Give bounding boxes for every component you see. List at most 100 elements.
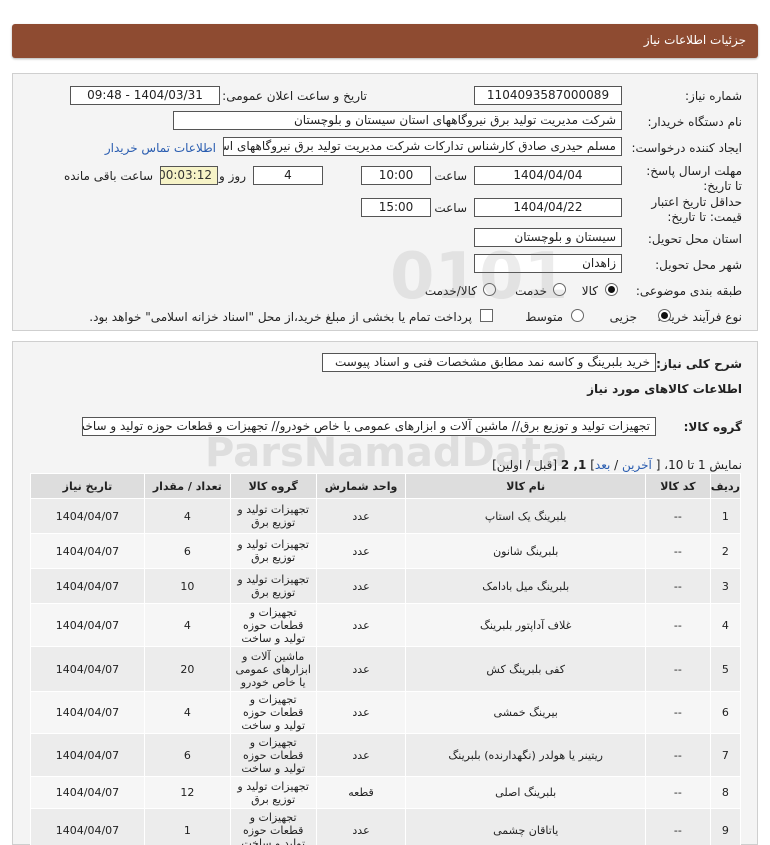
reply-date-field: 1404/04/04	[474, 166, 622, 185]
days-field: 4	[253, 166, 323, 185]
cell-row-number: 4	[709, 603, 742, 647]
creator-label: ایجاد کننده درخواست:	[631, 141, 742, 155]
col-header-code: کد کالا	[644, 473, 711, 499]
cell-quantity: 6	[143, 733, 231, 777]
cell-row-number: 8	[709, 776, 742, 809]
cell-group: تجهیزات و قطعات حوزه تولید و ساخت	[229, 691, 317, 734]
cell-quantity: 12	[143, 776, 231, 809]
cell-row-number: 2	[709, 533, 742, 569]
remaining-label: ساعت باقی مانده	[63, 169, 153, 183]
pagination-last-link[interactable]: آخرین	[622, 458, 652, 472]
contact-info-link[interactable]: اطلاعات تماس خریدار	[105, 141, 216, 155]
cell-unit: عدد	[315, 568, 407, 604]
pagination-next-link[interactable]: بعد	[595, 458, 610, 472]
pagination-text: نمایش 1 تا 10، [	[655, 458, 742, 472]
cell-quantity: 4	[143, 691, 231, 734]
table-row: 5 -- کفی بلبرینگ کش عدد ماشین آلات و ابزارها…	[30, 646, 742, 692]
treasury-payment-checkbox[interactable]	[480, 309, 493, 322]
cell-name: بلبرینگ میل بادامک	[405, 568, 646, 604]
city-field: زاهدان	[474, 254, 622, 273]
purchase-medium-label: متوسط	[525, 310, 563, 324]
cell-unit: عدد	[315, 691, 407, 734]
cell-date: 1404/04/07	[30, 498, 145, 534]
description-label: شرح کلی نیاز:	[656, 357, 742, 371]
cell-code: --	[644, 533, 711, 569]
cell-name: یاتاقان چشمی	[405, 808, 646, 845]
cell-row-number: 6	[709, 691, 742, 734]
table-row: 8 -- بلبرینگ اصلی قطعه تجهیزات تولید و توزیع…	[30, 776, 742, 809]
pagination-tail: [قبل / اولین]	[492, 458, 558, 472]
page-header: جزئیات اطلاعات نیاز	[12, 24, 758, 58]
cell-group: تجهیزات تولید و توزیع برق	[229, 568, 317, 604]
cell-date: 1404/04/07	[30, 568, 145, 604]
cell-code: --	[644, 733, 711, 777]
table-row: 6 -- بیرینگ خمشی عدد تجهیزات و قطعات حوزه تو…	[30, 691, 742, 734]
buyer-field: شرکت مدیریت تولید برق نیروگاههای استان س…	[173, 111, 622, 130]
validity-date-field: 1404/04/22	[474, 198, 622, 217]
category-service-radio[interactable]	[553, 283, 566, 296]
cell-group: تجهیزات و قطعات حوزه تولید و ساخت	[229, 808, 317, 845]
cell-group: تجهیزات و قطعات حوزه تولید و ساخت	[229, 603, 317, 647]
cell-row-number: 3	[709, 568, 742, 604]
cell-group: ماشین آلات و ابزارهای عمومی یا خاص خودرو	[229, 646, 317, 692]
validity-time-field: 15:00	[361, 198, 431, 217]
cell-name: غلاف آداپتور بلبرینگ	[405, 603, 646, 647]
treasury-payment-note: پرداخت تمام یا بخشی از مبلغ خرید،از محل …	[89, 310, 472, 324]
cell-date: 1404/04/07	[30, 776, 145, 809]
cell-unit: عدد	[315, 733, 407, 777]
goods-info-title: اطلاعات کالاهای مورد نیاز	[587, 382, 742, 396]
category-both-radio[interactable]	[483, 283, 496, 296]
table-row: 9 -- یاتاقان چشمی عدد تجهیزات و قطعات حوزه ت…	[30, 808, 742, 845]
table-row: 1 -- بلبرینگ یک استاپ عدد تجهیزات تولید و تو…	[30, 498, 742, 534]
table-row: 2 -- بلبرینگ شانون عدد تجهیزات تولید و توزیع…	[30, 533, 742, 569]
cell-unit: عدد	[315, 533, 407, 569]
pagination-pages[interactable]: 1, 2	[561, 458, 586, 472]
col-header-unit: واحد شمارش	[315, 473, 407, 499]
col-header-row-number: ردیف	[709, 473, 742, 499]
cell-name: کفی بلبرینگ کش	[405, 646, 646, 692]
category-goods-radio[interactable]	[605, 283, 618, 296]
cell-date: 1404/04/07	[30, 691, 145, 734]
category-label: طبقه بندی موضوعی:	[635, 284, 742, 298]
remaining-time-field: 00:03:12	[160, 166, 218, 185]
cell-name: بلبرینگ شانون	[405, 533, 646, 569]
purchase-partial-radio[interactable]	[658, 309, 671, 322]
cell-group: تجهیزات و قطعات حوزه تولید و ساخت	[229, 733, 317, 777]
need-number-field: 1104093587000089	[474, 86, 622, 105]
cell-name: ریتینر یا هولدر (نگهدارنده) بلبرینگ	[405, 733, 646, 777]
cell-name: بلبرینگ یک استاپ	[405, 498, 646, 534]
cell-row-number: 7	[709, 733, 742, 777]
cell-quantity: 4	[143, 603, 231, 647]
cell-name: بیرینگ خمشی	[405, 691, 646, 734]
cell-code: --	[644, 776, 711, 809]
goods-group-field: تجهیزات تولید و توزیع برق// ماشین آلات و…	[82, 417, 656, 436]
cell-row-number: 5	[709, 646, 742, 692]
description-field: خرید بلبرینگ و کاسه نمد مطابق مشخصات فنی…	[322, 353, 656, 372]
cell-name: بلبرینگ اصلی	[405, 776, 646, 809]
cell-code: --	[644, 646, 711, 692]
cell-date: 1404/04/07	[30, 603, 145, 647]
table-row: 3 -- بلبرینگ میل بادامک عدد تجهیزات تولید و …	[30, 568, 742, 604]
cell-row-number: 1	[709, 498, 742, 534]
cell-code: --	[644, 808, 711, 845]
cell-group: تجهیزات تولید و توزیع برق	[229, 776, 317, 809]
cell-date: 1404/04/07	[30, 646, 145, 692]
purchase-partial-label: جزیی	[609, 310, 637, 324]
cell-group: تجهیزات تولید و توزیع برق	[229, 533, 317, 569]
reply-time-field: 10:00	[361, 166, 431, 185]
cell-quantity: 4	[143, 498, 231, 534]
table-row: 4 -- غلاف آداپتور بلبرینگ عدد تجهیزات و قطعا…	[30, 603, 742, 647]
goods-table: ردیف کد کالا نام کالا واحد شمارش گروه کا…	[30, 473, 742, 845]
table-header-row: ردیف کد کالا نام کالا واحد شمارش گروه کا…	[30, 473, 742, 499]
cell-code: --	[644, 568, 711, 604]
reply-time-label: ساعت	[434, 169, 467, 183]
page-title: جزئیات اطلاعات نیاز	[643, 33, 746, 47]
announce-field: 1404/03/31 - 09:48	[70, 86, 220, 105]
city-label: شهر محل تحویل:	[655, 258, 742, 272]
purchase-medium-radio[interactable]	[571, 309, 584, 322]
validity-label: حداقل تاریخ اعتبار قیمت: تا تاریخ:	[651, 195, 742, 224]
reply-deadline-label: مهلت ارسال پاسخ: تا تاریخ:	[646, 164, 742, 193]
cell-row-number: 9	[709, 808, 742, 845]
need-number-label: شماره نیاز:	[685, 89, 742, 103]
buyer-label: نام دستگاه خریدار:	[647, 115, 743, 129]
